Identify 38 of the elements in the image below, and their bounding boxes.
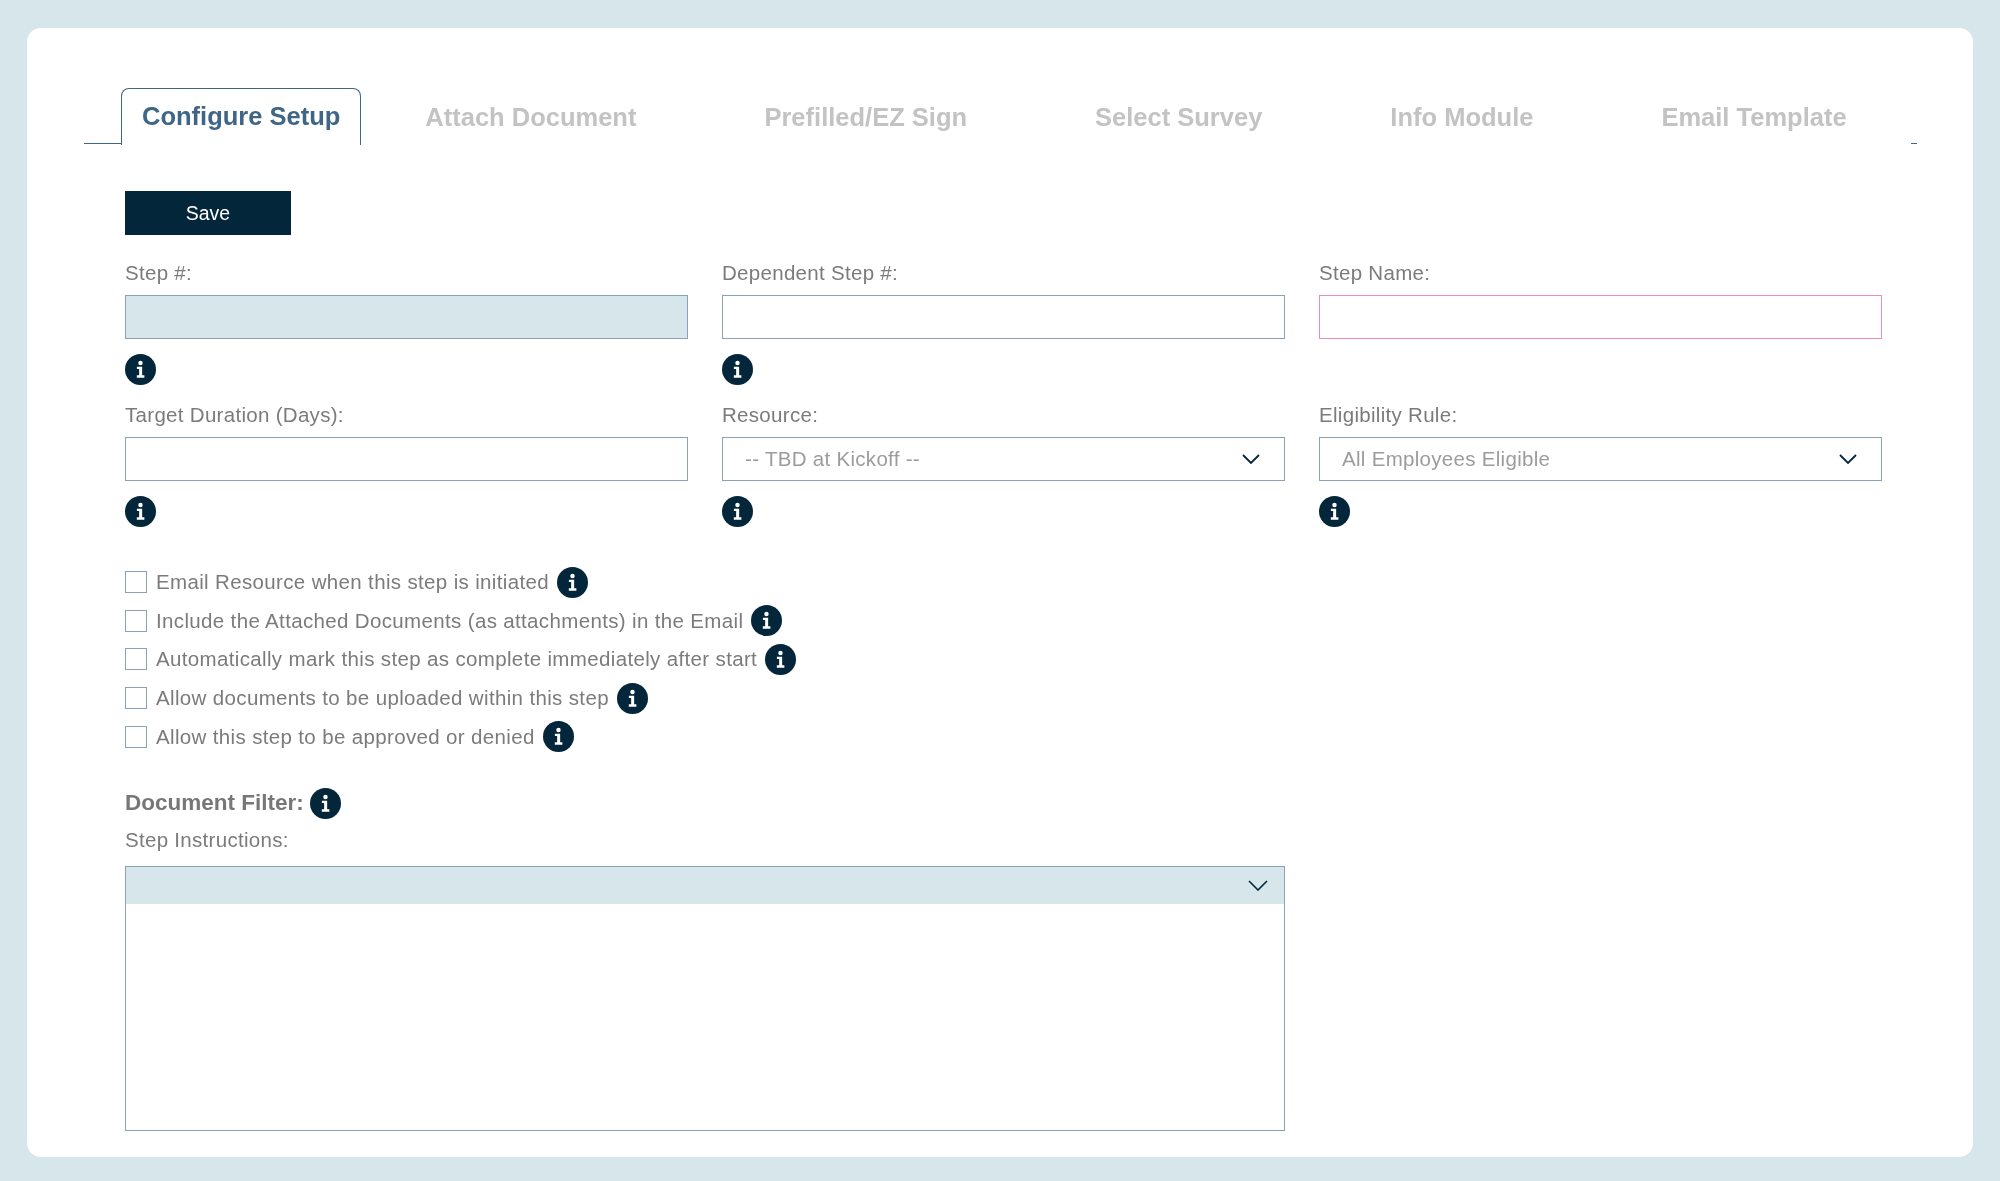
- checkbox[interactable]: [125, 687, 147, 710]
- checkbox[interactable]: [125, 609, 147, 632]
- checkbox-label[interactable]: Automatically mark this step as complete immediately after start: [156, 647, 758, 672]
- field-label: Step Name:: [1319, 261, 1431, 285]
- chevron-down-icon[interactable]: [1248, 879, 1268, 891]
- field-label: Dependent Step #:: [722, 261, 899, 285]
- dropdown[interactable]: All Employees Eligible: [1319, 437, 1882, 481]
- text-input[interactable]: [125, 437, 688, 481]
- field-label: Resource:: [722, 403, 819, 427]
- checkbox[interactable]: [125, 725, 147, 748]
- info-icon[interactable]: [1319, 496, 1350, 527]
- checkbox-label[interactable]: Allow documents to be uploaded within this step: [156, 686, 609, 711]
- info-icon[interactable]: [722, 354, 753, 385]
- info-icon[interactable]: [542, 721, 574, 753]
- checkbox-label[interactable]: Include the Attached Documents (as attachments) in the Email: [156, 608, 744, 633]
- info-icon[interactable]: [751, 605, 783, 637]
- chevron-down-icon: [1839, 454, 1857, 464]
- checkbox-label[interactable]: Email Resource when this step is initiated: [156, 570, 549, 595]
- field-label: Target Duration (Days):: [125, 403, 344, 427]
- tab[interactable]: Configure Setup: [121, 88, 362, 145]
- field-label: Eligibility Rule:: [1319, 403, 1458, 427]
- checkbox-label[interactable]: Allow this step to be approved or denied: [156, 724, 535, 749]
- text-input[interactable]: [722, 295, 1285, 339]
- info-icon[interactable]: [722, 496, 753, 527]
- field-label: Step #:: [125, 261, 193, 285]
- info-icon[interactable]: [125, 496, 156, 527]
- checkbox[interactable]: [125, 648, 147, 671]
- info-icon[interactable]: [557, 566, 588, 598]
- chevron-down-icon: [1242, 454, 1260, 464]
- field-label: Step Instructions:: [125, 827, 289, 852]
- text-input[interactable]: [1319, 295, 1882, 339]
- info-icon[interactable]: [309, 787, 341, 819]
- info-icon[interactable]: [765, 644, 797, 675]
- info-icon[interactable]: [616, 682, 648, 714]
- checkbox[interactable]: [125, 571, 147, 594]
- section-heading: Document Filter:: [125, 790, 304, 817]
- save-button[interactable]: Save: [125, 191, 291, 235]
- dropdown[interactable]: -- TBD at Kickoff --: [722, 437, 1285, 481]
